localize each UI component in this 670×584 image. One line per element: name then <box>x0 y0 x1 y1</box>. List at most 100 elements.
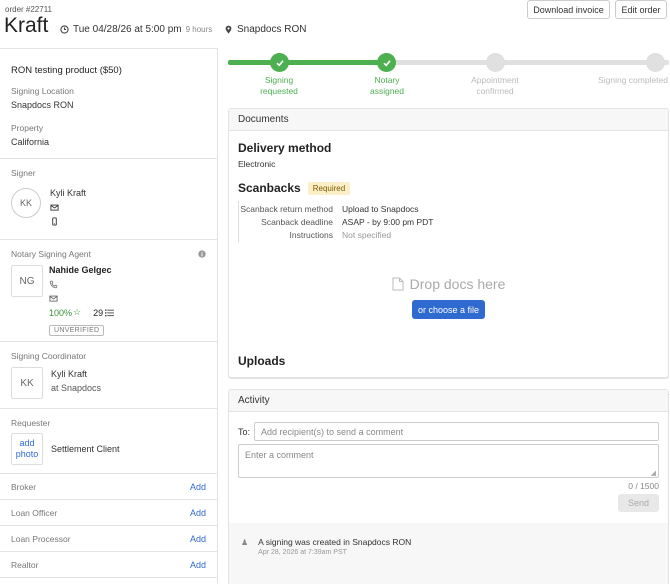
page-title: Kraft <box>4 14 49 37</box>
signer-label: Signer <box>11 168 36 178</box>
add-loan-officer-link[interactable]: Add <box>190 508 206 518</box>
loan-officer-label: Loan Officer <box>11 507 58 518</box>
uploads-section: Uploads <box>228 346 669 378</box>
choose-file-button[interactable]: or choose a file <box>412 300 485 319</box>
edit-order-button[interactable]: Edit order <box>615 0 667 19</box>
signer-section: Signer KK Kyli Kraft <box>0 159 217 240</box>
step-1-line-2: requested <box>260 86 298 96</box>
step-appointment-confirmed <box>486 53 505 72</box>
instructions-key: Instructions <box>289 229 333 240</box>
download-invoice-button[interactable]: Download invoice <box>527 0 610 19</box>
step-3-line-1: Appointment <box>471 75 519 85</box>
step-signing-requested <box>270 53 289 72</box>
nsa-rating: 100% ☆ <box>49 307 81 318</box>
activity-text: A signing was created in Snapdocs RON <box>258 537 412 547</box>
nsa-avatar: NG <box>11 265 43 297</box>
loan-processor-label: Loan Processor <box>11 533 71 544</box>
step-1-line-1: Signing <box>264 75 294 85</box>
activity-feed: ♟ A signing was created in Snapdocs RON … <box>229 523 668 584</box>
send-button[interactable]: Send <box>618 494 659 512</box>
activity-entry: ♟ A signing was created in Snapdocs RON … <box>241 537 656 556</box>
add-loan-processor-link[interactable]: Add <box>190 534 206 544</box>
check-icon <box>275 59 284 66</box>
broker-row: Broker Add <box>0 474 217 500</box>
mail-icon[interactable] <box>50 203 59 212</box>
signing-location-label: Signing Location <box>11 86 74 96</box>
step-2-line-2: assigned <box>369 86 405 96</box>
step-label-notary-assigned: Notary assigned <box>352 75 422 97</box>
rating-percent: 100% <box>49 307 73 318</box>
time-until: 9 hours <box>185 25 213 34</box>
requester-name[interactable]: Settlement Client <box>51 444 120 454</box>
mobile-phone-icon[interactable] <box>50 217 59 226</box>
instructions-value: Not specified <box>342 229 392 240</box>
notary-signing-agent-section: Notary Signing Agent NG Nahide Gelgec 10… <box>0 240 217 342</box>
signer-name[interactable]: Kyli Kraft <box>50 188 86 198</box>
progress-track-pending <box>388 60 669 65</box>
loan-processor-row: Loan Processor Add <box>0 526 217 552</box>
add-photo-line-2: photo <box>15 449 39 459</box>
deadline-key: Scanback deadline <box>261 216 333 227</box>
signing-location-value: Snapdocs RON <box>11 100 74 110</box>
appointment-datetime: Tue 04/28/26 at 5:00 pm 9 hours <box>60 24 212 35</box>
signing-coordinator-section: Signing Coordinator KK Kyli Kraft at Sna… <box>0 342 217 409</box>
step-3-line-2: confirmed <box>476 86 514 96</box>
signing-count: 29 <box>93 307 104 318</box>
progress-track-done <box>228 60 388 65</box>
activity-header: Activity <box>229 390 668 412</box>
clock-icon <box>60 25 69 34</box>
comment-placeholder: Enter a comment <box>245 450 314 460</box>
order-sidebar: RON testing product ($50) Signing Locati… <box>0 48 218 584</box>
signing-location: Snapdocs RON <box>224 24 306 35</box>
nsa-name[interactable]: Nahide Gelgec <box>49 265 114 275</box>
step-label-signing-requested: Signing requested <box>244 75 314 97</box>
recipient-input[interactable]: Add recipient(s) to send a comment <box>254 422 659 441</box>
documents-card: Documents Delivery method Electronic Sca… <box>228 108 670 395</box>
resize-handle-icon[interactable]: ◢ <box>651 469 656 477</box>
comment-textarea[interactable]: Enter a comment ◢ <box>238 444 659 478</box>
to-label: To: <box>238 426 251 437</box>
required-badge: Required <box>307 181 351 195</box>
info-icon[interactable] <box>198 250 206 258</box>
step-4-line-1: Signing completed <box>598 75 668 85</box>
coordinator-avatar: KK <box>11 367 43 399</box>
requester-label: Requester <box>11 418 51 428</box>
realtor-label: Realtor <box>11 559 39 570</box>
broker-label: Broker <box>11 481 37 492</box>
datetime-text: Tue 04/28/26 at 5:00 pm <box>73 24 182 35</box>
step-2-line-1: Notary <box>374 75 400 85</box>
add-photo-button[interactable]: add photo <box>11 433 43 465</box>
uploads-heading: Uploads <box>238 354 286 368</box>
drop-zone[interactable]: Drop docs here or choose a file <box>238 276 659 319</box>
scanbacks-heading: Scanbacks <box>238 181 301 195</box>
list-icon <box>105 308 115 316</box>
add-photo-line-1: add <box>19 438 35 448</box>
coordinator-label: Signing Coordinator <box>11 351 87 361</box>
coordinator-name[interactable]: Kyli Kraft <box>51 369 101 379</box>
main-content: Signing requested Notary assigned Appoin… <box>228 48 670 584</box>
property-label: Property <box>11 123 44 133</box>
return-method-key: Scanback return method <box>240 203 333 214</box>
delivery-method-heading: Delivery method <box>238 141 332 155</box>
activity-card: Activity To: Add recipient(s) to send a … <box>228 389 669 584</box>
status-badge: UNVERIFIED <box>49 325 105 336</box>
realtor-row: Realtor Add <box>0 552 217 578</box>
coordinator-company: at Snapdocs <box>51 383 102 393</box>
phone-icon[interactable] <box>49 280 58 289</box>
order-progress: Signing requested Notary assigned Appoin… <box>228 48 669 103</box>
scanback-details: Scanback return method Upload to Snapdoc… <box>238 201 659 242</box>
star-icon: ☆ <box>73 307 82 317</box>
check-icon <box>382 59 391 66</box>
map-pin-icon <box>225 25 232 34</box>
return-method-value: Upload to Snapdocs <box>342 203 419 214</box>
step-label-signing-completed: Signing completed <box>584 75 668 86</box>
documents-header: Documents <box>229 109 668 131</box>
drop-docs-text: Drop docs here <box>409 276 506 292</box>
mail-icon[interactable] <box>49 294 58 303</box>
activity-time: Apr 28, 2026 at 7:39am PST <box>258 549 347 556</box>
person-icon: ♟ <box>241 538 249 547</box>
add-broker-link[interactable]: Add <box>190 482 206 492</box>
add-realtor-link[interactable]: Add <box>190 560 206 570</box>
nsa-signing-count: 29 <box>93 307 115 318</box>
char-count: 0 / 1500 <box>628 481 659 491</box>
